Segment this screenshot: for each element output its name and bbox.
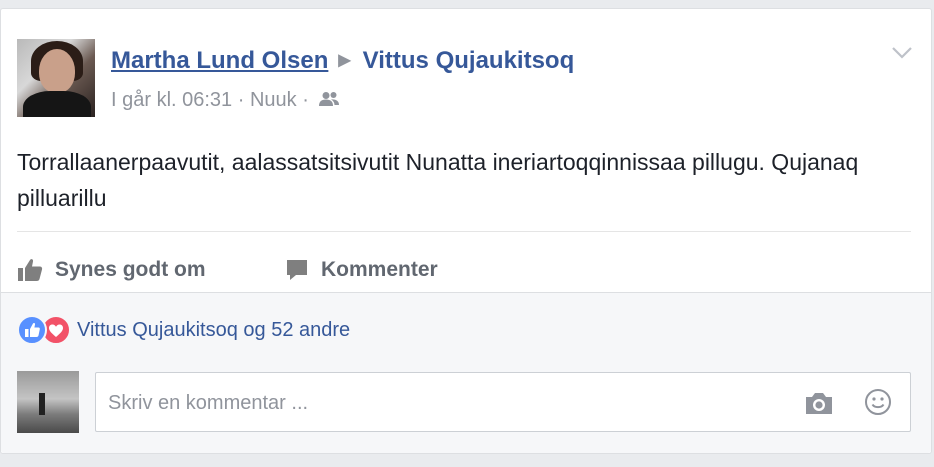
- post-body-text: Torrallaanerpaavutit, aalassatsitsivutit…: [17, 149, 859, 211]
- comment-button[interactable]: Kommenter: [285, 254, 438, 286]
- emoji-icon[interactable]: [864, 388, 892, 416]
- author-avatar[interactable]: [17, 39, 95, 117]
- avatar-face: [39, 49, 75, 93]
- author-link[interactable]: Martha Lund Olsen: [111, 47, 328, 74]
- thumbs-up-icon: [18, 259, 43, 281]
- comment-input[interactable]: [106, 387, 770, 419]
- comments-section: Vittus Qujaukitsoq og 52 andre: [1, 292, 931, 453]
- actions-divider: [17, 231, 911, 232]
- like-button[interactable]: Synes godt om: [17, 254, 206, 286]
- meta-separator: ·: [237, 89, 245, 111]
- target-link[interactable]: Vittus Qujaukitsoq: [363, 47, 575, 74]
- comment-composer[interactable]: [95, 372, 911, 432]
- post-header: Martha Lund Olsen ▶ Vittus Qujaukitsoq: [111, 47, 574, 77]
- timestamp-link[interactable]: I går kl. 06:31: [111, 89, 232, 111]
- arrow-right-icon: ▶: [338, 52, 351, 69]
- reactions-summary[interactable]: Vittus Qujaukitsoq og 52 andre: [17, 315, 350, 345]
- avatar-figure: [39, 393, 45, 415]
- comment-label: Kommenter: [321, 258, 438, 281]
- location-link[interactable]: Nuuk: [250, 89, 297, 111]
- friends-icon[interactable]: [318, 91, 340, 107]
- post-card: Martha Lund Olsen ▶ Vittus Qujaukitsoq I g…: [0, 8, 932, 454]
- comment-bubble-icon: [287, 260, 307, 280]
- reactions-text[interactable]: Vittus Qujaukitsoq og 52 andre: [77, 319, 350, 342]
- meta-separator-2: ·: [302, 89, 309, 111]
- avatar-body: [23, 91, 91, 117]
- like-reaction-icon: [17, 315, 47, 345]
- post-meta: I går kl. 06:31 · Nuuk ·: [111, 89, 340, 112]
- current-user-avatar[interactable]: [17, 371, 79, 433]
- chevron-down-icon[interactable]: [891, 45, 913, 61]
- like-label: Synes godt om: [55, 258, 206, 281]
- camera-icon[interactable]: [804, 390, 834, 416]
